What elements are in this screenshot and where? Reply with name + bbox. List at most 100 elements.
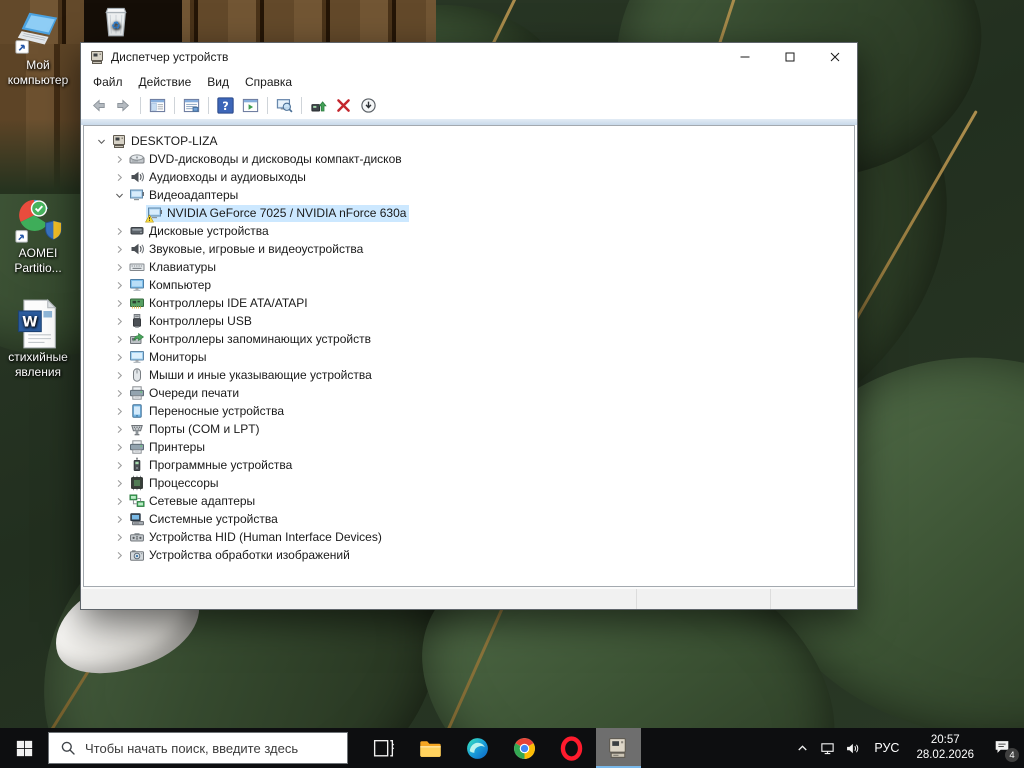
action-center-button[interactable]: 4: [982, 728, 1022, 768]
tree-item-23[interactable]: Устройства обработки изображений: [84, 546, 854, 564]
tree-item-core[interactable]: Видеоадаптеры: [128, 187, 241, 204]
volume-icon[interactable]: [840, 728, 865, 768]
menu-item-1[interactable]: Действие: [131, 73, 200, 91]
tree-item-core[interactable]: Контроллеры IDE ATA/ATAPI: [128, 295, 311, 312]
tree-item-14[interactable]: Очереди печати: [84, 384, 854, 402]
taskbar-search[interactable]: [48, 732, 348, 764]
tree-item-core[interactable]: Процессоры: [128, 475, 222, 492]
tree-item-16[interactable]: Порты (COM и LPT): [84, 420, 854, 438]
tree-item-core[interactable]: DVD-дисководы и дисководы компакт-дисков: [128, 151, 405, 168]
window-titlebar[interactable]: Диспетчер устройств: [81, 43, 857, 71]
tree-item-core[interactable]: NVIDIA GeForce 7025 / NVIDIA nForce 630a: [145, 204, 410, 223]
chevron-right-icon[interactable]: [110, 277, 128, 293]
chevron-down-icon[interactable]: [92, 133, 110, 149]
desktop-icon-my-computer[interactable]: Мой компьютер: [1, 8, 75, 87]
taskbar-opera-button[interactable]: [549, 728, 594, 768]
chevron-right-icon[interactable]: [110, 169, 128, 185]
chevron-right-icon[interactable]: [110, 493, 128, 509]
desktop-icon-aomei-partition[interactable]: AOMEI Partitio...: [2, 196, 74, 275]
chevron-right-icon[interactable]: [110, 349, 128, 365]
chevron-right-icon[interactable]: [110, 259, 128, 275]
taskbar-chrome-button[interactable]: [502, 728, 547, 768]
toolbar-help-button[interactable]: ?: [213, 94, 238, 117]
tree-item-core[interactable]: Мониторы: [128, 349, 209, 366]
tree-item-3[interactable]: Видеоадаптеры: [84, 186, 854, 204]
tree-item-13[interactable]: Мыши и иные указывающие устройства: [84, 366, 854, 384]
tree-item-6[interactable]: Звуковые, игровые и видеоустройства: [84, 240, 854, 258]
chevron-right-icon[interactable]: [110, 313, 128, 329]
toolbar-disable-device-button[interactable]: [356, 94, 381, 117]
close-button[interactable]: [812, 43, 857, 71]
tree-item-core[interactable]: Принтеры: [128, 439, 208, 456]
tree-item-core[interactable]: Контроллеры запоминающих устройств: [128, 331, 374, 348]
maximize-button[interactable]: [767, 43, 812, 71]
toolbar-update-driver-button[interactable]: [306, 94, 331, 117]
tree-item-core[interactable]: Контроллеры USB: [128, 313, 255, 330]
menu-item-2[interactable]: Вид: [199, 73, 237, 91]
tree-item-21[interactable]: Системные устройства: [84, 510, 854, 528]
tree-item-core[interactable]: Программные устройства: [128, 457, 295, 474]
tree-item-11[interactable]: Контроллеры запоминающих устройств: [84, 330, 854, 348]
minimize-button[interactable]: [722, 43, 767, 71]
menu-item-0[interactable]: Файл: [85, 73, 131, 91]
tree-item-17[interactable]: Принтеры: [84, 438, 854, 456]
tree-item-core[interactable]: Звуковые, игровые и видеоустройства: [128, 241, 366, 258]
toolbar-console-tree-button[interactable]: [145, 94, 170, 117]
toolbar-back-button[interactable]: [86, 94, 111, 117]
chevron-right-icon[interactable]: [110, 547, 128, 563]
tree-item-15[interactable]: Переносные устройства: [84, 402, 854, 420]
tree-item-core[interactable]: Порты (COM и LPT): [128, 421, 263, 438]
clock[interactable]: 20:57 28.02.2026: [908, 728, 982, 768]
chevron-right-icon[interactable]: [110, 421, 128, 437]
toolbar-scan-hardware-changes-button[interactable]: [272, 94, 297, 117]
chevron-right-icon[interactable]: [110, 529, 128, 545]
taskbar-file-explorer-button[interactable]: [408, 728, 453, 768]
tree-item-2[interactable]: Аудиовходы и аудиовыходы: [84, 168, 854, 186]
tray-overflow-button[interactable]: [790, 728, 815, 768]
tree-item-core[interactable]: Системные устройства: [128, 511, 281, 528]
tree-item-18[interactable]: Программные устройства: [84, 456, 854, 474]
tree-item-10[interactable]: Контроллеры USB: [84, 312, 854, 330]
toolbar-uninstall-device-button[interactable]: [331, 94, 356, 117]
desktop-icon-word-document[interactable]: W стихийные явления: [2, 298, 74, 379]
chevron-right-icon[interactable]: [110, 223, 128, 239]
tree-item-0[interactable]: DESKTOP-LIZA: [84, 132, 854, 150]
tree-item-core[interactable]: Аудиовходы и аудиовыходы: [128, 169, 309, 186]
tree-item-core[interactable]: Очереди печати: [128, 385, 242, 402]
chevron-right-icon[interactable]: [110, 331, 128, 347]
chevron-right-icon[interactable]: [110, 151, 128, 167]
toolbar-action-pane-button[interactable]: [238, 94, 263, 117]
toolbar-properties-button[interactable]: [179, 94, 204, 117]
taskbar-device-manager-button[interactable]: [596, 728, 641, 768]
tree-item-4[interactable]: NVIDIA GeForce 7025 / NVIDIA nForce 630a: [84, 204, 854, 223]
chevron-right-icon[interactable]: [110, 439, 128, 455]
chevron-right-icon[interactable]: [110, 457, 128, 473]
taskbar-task-view-button[interactable]: [361, 728, 406, 768]
chevron-right-icon[interactable]: [110, 241, 128, 257]
tree-item-core[interactable]: Устройства HID (Human Interface Devices): [128, 529, 385, 546]
tree-item-core[interactable]: Мыши и иные указывающие устройства: [128, 367, 375, 384]
tree-item-12[interactable]: Мониторы: [84, 348, 854, 366]
tree-item-22[interactable]: Устройства HID (Human Interface Devices): [84, 528, 854, 546]
tree-item-9[interactable]: Контроллеры IDE ATA/ATAPI: [84, 294, 854, 312]
chevron-right-icon[interactable]: [110, 367, 128, 383]
toolbar-forward-button[interactable]: [111, 94, 136, 117]
chevron-right-icon[interactable]: [110, 511, 128, 527]
desktop-icon-recycle-bin[interactable]: ♻: [88, 2, 144, 44]
tree-item-core[interactable]: Устройства обработки изображений: [128, 547, 353, 564]
chevron-right-icon[interactable]: [110, 385, 128, 401]
chevron-right-icon[interactable]: [110, 475, 128, 491]
tree-item-core[interactable]: Компьютер: [128, 277, 214, 294]
tree-item-core[interactable]: Сетевые адаптеры: [128, 493, 258, 510]
tree-item-core[interactable]: Клавиатуры: [128, 259, 219, 276]
tree-item-core[interactable]: Дисковые устройства: [128, 223, 272, 240]
search-input[interactable]: [85, 740, 335, 756]
chevron-right-icon[interactable]: [110, 403, 128, 419]
tree-item-7[interactable]: Клавиатуры: [84, 258, 854, 276]
tree-item-core[interactable]: DESKTOP-LIZA: [110, 133, 220, 150]
chevron-right-icon[interactable]: [110, 295, 128, 311]
tree-item-20[interactable]: Сетевые адаптеры: [84, 492, 854, 510]
chevron-down-icon[interactable]: [110, 187, 128, 203]
network-icon[interactable]: [815, 728, 840, 768]
tree-item-19[interactable]: Процессоры: [84, 474, 854, 492]
